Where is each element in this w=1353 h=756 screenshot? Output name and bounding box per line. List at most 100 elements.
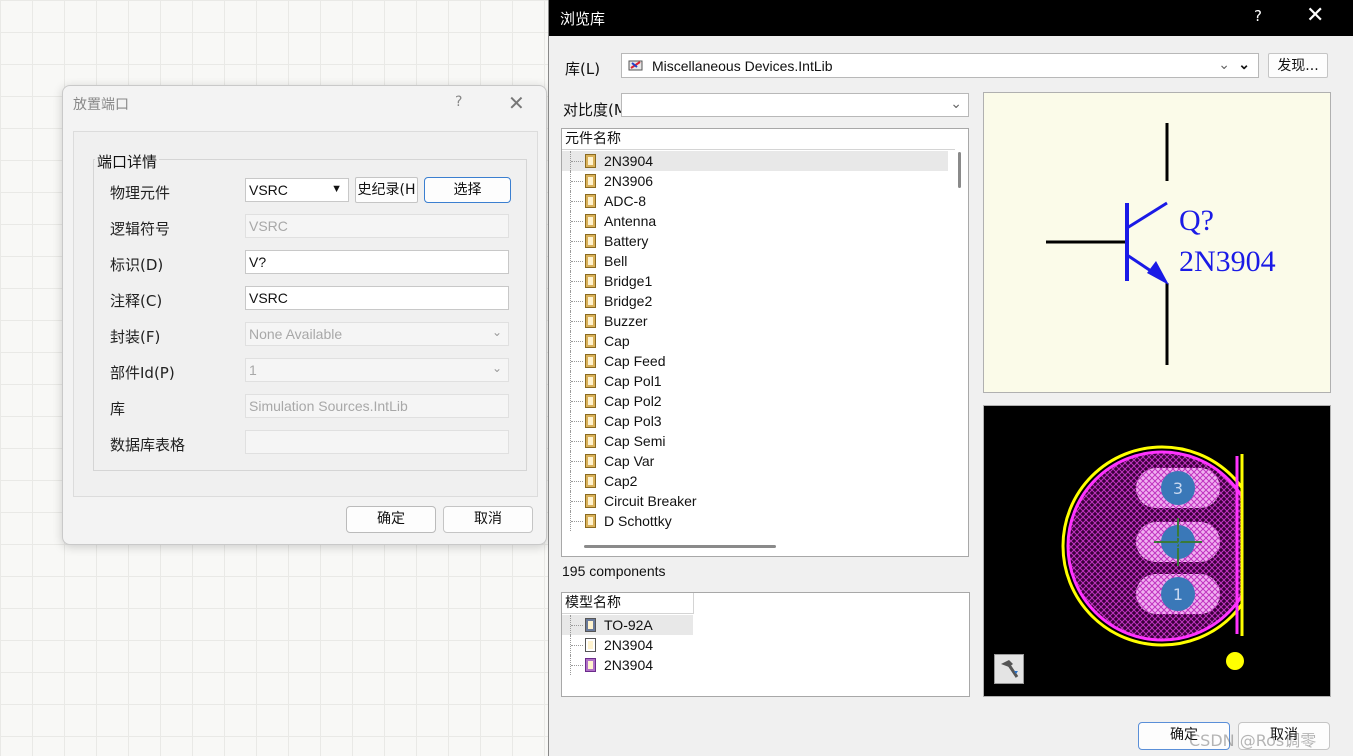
designator-label: 标识(D): [110, 256, 164, 274]
component-name: Cap Pol2: [604, 393, 662, 409]
tree-connector: [570, 655, 585, 675]
component-name: 2N3906: [604, 173, 654, 189]
simulation-model-icon: [585, 658, 596, 672]
list-item[interactable]: Cap2: [562, 471, 948, 491]
chevron-down-icon: ⌄: [491, 361, 502, 375]
library-select[interactable]: Miscellaneous Devices.IntLib ⌄ ⌄: [621, 53, 1259, 78]
library-value: Miscellaneous Devices.IntLib: [652, 58, 833, 74]
model-list[interactable]: 模型名称 TO-92A 2N3904 2N3904: [561, 592, 970, 697]
model-name: 2N3904: [604, 657, 654, 673]
close-icon[interactable]: ✕: [1306, 3, 1324, 28]
designator-text: Q?: [1179, 204, 1214, 237]
ok-button[interactable]: 确定: [346, 506, 436, 533]
model-list-item[interactable]: 2N3904: [562, 635, 693, 655]
model-list-item[interactable]: 2N3904: [562, 655, 693, 675]
cancel-button[interactable]: 取消: [443, 506, 533, 533]
tree-connector: [570, 491, 585, 511]
tree-connector: [570, 511, 585, 531]
list-item[interactable]: Antenna: [562, 211, 948, 231]
designator-field[interactable]: V?: [245, 250, 509, 274]
pad-1: 1: [1136, 574, 1220, 614]
svg-text:2: 2: [1173, 533, 1183, 552]
tree-connector: [570, 151, 585, 171]
library-label: 库: [110, 400, 126, 418]
select-button[interactable]: 选择: [424, 177, 511, 203]
component-icon: [585, 474, 596, 488]
list-item[interactable]: Cap: [562, 331, 948, 351]
tree-connector: [570, 615, 585, 635]
component-name: D Schottky: [604, 513, 672, 529]
component-name: 2N3904: [604, 153, 654, 169]
list-item[interactable]: Cap Feed: [562, 351, 948, 371]
component-icon: [585, 394, 596, 408]
list-item[interactable]: Cap Var: [562, 451, 948, 471]
component-icon: [585, 434, 596, 448]
component-name: Cap Pol3: [604, 413, 662, 429]
chevron-down-icon: ⌄: [950, 95, 962, 111]
comment-label: 注释(C): [110, 292, 163, 310]
list-item[interactable]: Bell: [562, 251, 948, 271]
model-name: TO-92A: [604, 617, 653, 633]
help-button[interactable]: ?: [1254, 7, 1262, 25]
physical-component-label: 物理元件: [110, 184, 171, 202]
component-name: Bridge2: [604, 293, 653, 309]
component-icon: [585, 414, 596, 428]
transistor-symbol: Q? 2N3904: [984, 93, 1330, 392]
title-bar: 浏览库 ? ✕: [549, 0, 1353, 36]
list-item[interactable]: Bridge2: [562, 291, 948, 311]
part-id-select: 1 ⌄: [245, 358, 509, 382]
hscroll-thumb[interactable]: [584, 545, 776, 548]
list-item[interactable]: Cap Pol1: [562, 371, 948, 391]
list-item[interactable]: ADC-8: [562, 191, 948, 211]
list-item[interactable]: Buzzer: [562, 311, 948, 331]
scroll-thumb[interactable]: [958, 152, 961, 188]
symbol-preview: Q? 2N3904: [983, 92, 1331, 393]
footprint-select: None Available ⌄: [245, 322, 509, 346]
comment-field[interactable]: VSRC: [245, 286, 509, 310]
component-name-header[interactable]: 元件名称: [562, 129, 968, 150]
close-icon[interactable]: ✕: [508, 91, 525, 115]
list-item[interactable]: 2N3904: [562, 151, 948, 171]
component-name: Cap Semi: [604, 433, 666, 449]
physical-component-select[interactable]: VSRC ▼: [245, 178, 349, 202]
library-icon: [628, 58, 644, 72]
hammer-icon[interactable]: [994, 654, 1024, 684]
browse-library-dialog: 浏览库 ? ✕ 库(L) Miscellaneous Devices.IntLi…: [548, 0, 1353, 756]
tree-connector: [570, 351, 585, 371]
model-name-header[interactable]: 模型名称: [562, 593, 694, 614]
list-item[interactable]: Cap Pol2: [562, 391, 948, 411]
component-list[interactable]: 元件名称 2N3904 2N3906 ADC-8 Antenna Battery Bell…: [561, 128, 969, 557]
physical-component-value: VSRC: [249, 182, 288, 198]
tree-connector: [570, 191, 585, 211]
vertical-scrollbar[interactable]: [955, 149, 968, 537]
component-name: Cap Var: [604, 453, 655, 469]
list-item[interactable]: Cap Semi: [562, 431, 948, 451]
component-name: Cap2: [604, 473, 638, 489]
list-item[interactable]: Bridge1: [562, 271, 948, 291]
component-icon: [585, 354, 596, 368]
component-icon: [585, 314, 596, 328]
tree-connector: [570, 251, 585, 271]
list-item[interactable]: Battery: [562, 231, 948, 251]
list-item[interactable]: Circuit Breaker: [562, 491, 948, 511]
discover-button[interactable]: 发现...: [1268, 53, 1328, 78]
component-icon: [585, 274, 596, 288]
expand-icon[interactable]: ⌄: [1238, 56, 1250, 73]
horizontal-scrollbar[interactable]: [562, 537, 955, 556]
help-button[interactable]: ?: [455, 94, 462, 110]
component-icon: [585, 214, 596, 228]
list-item[interactable]: Cap Pol3: [562, 411, 948, 431]
place-port-dialog: 放置端口 ? ✕ 端口详情 物理元件 VSRC ▼ 史纪录(H 选择 逻辑符号 …: [62, 85, 547, 545]
logical-symbol-field: VSRC: [245, 214, 509, 238]
filter-select[interactable]: ⌄: [621, 93, 969, 117]
footprint-drawing: 3 2 1: [1061, 445, 1244, 670]
history-button[interactable]: 史纪录(H: [355, 177, 418, 203]
model-list-item[interactable]: TO-92A: [562, 615, 693, 635]
list-item[interactable]: D Schottky: [562, 511, 948, 531]
chevron-down-icon: ⌄: [1218, 56, 1230, 72]
database-table-field: [245, 430, 509, 454]
component-name: Circuit Breaker: [604, 493, 697, 509]
list-item[interactable]: 2N3906: [562, 171, 948, 191]
tree-connector: [570, 231, 585, 251]
tree-connector: [570, 391, 585, 411]
